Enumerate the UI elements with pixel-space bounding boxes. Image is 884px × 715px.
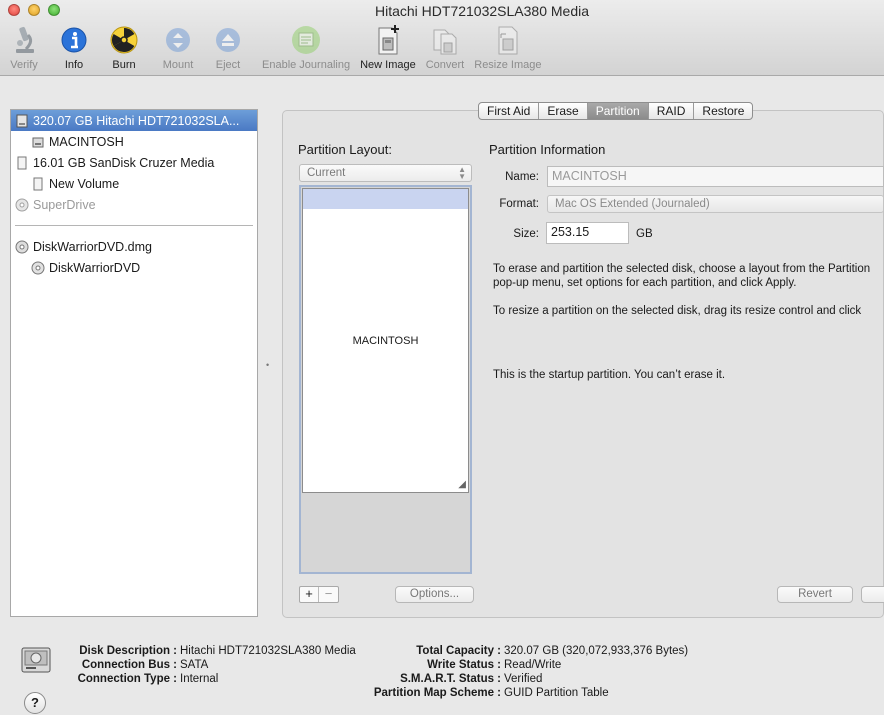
- info-row-capacity: Total Capacity: 320.07 GB (320,072,933,3…: [416, 645, 689, 657]
- toolbar: Verify Info Burn Mount Eject Enable Jour…: [4, 24, 546, 74]
- partition-add-remove: + −: [299, 586, 339, 603]
- resize-image-button[interactable]: Resize Image: [470, 24, 545, 71]
- split-view-grip[interactable]: •: [266, 360, 271, 370]
- dvd-volume-icon: [31, 261, 45, 275]
- options-button[interactable]: Options...: [395, 586, 474, 603]
- selected-disk-icon: [20, 644, 52, 679]
- disk-list-sidebar[interactable]: 320.07 GB Hitachi HDT721032SLA... MACINT…: [10, 109, 258, 617]
- partition-block-header: [303, 189, 468, 209]
- verify-button[interactable]: Verify: [4, 24, 44, 71]
- tab-first-aid[interactable]: First Aid: [479, 103, 540, 119]
- new-image-button[interactable]: New Image: [356, 24, 420, 71]
- mount-icon: [162, 24, 194, 56]
- size-unit: GB: [636, 228, 653, 240]
- instructions-text-1b: pop-up menu, set options for each partit…: [493, 277, 797, 289]
- partition-name-field[interactable]: MACINTOSH: [547, 166, 884, 187]
- resize-handle-icon[interactable]: ◢: [458, 479, 466, 490]
- format-select[interactable]: Mac OS Extended (Journaled): [547, 195, 884, 213]
- partition-layout-select[interactable]: Current ▲ ▼: [299, 164, 472, 182]
- info-row-write-status: Write Status: Read/Write: [427, 659, 562, 671]
- title-bar: Hitachi HDT721032SLA380 Media Verify Inf…: [0, 0, 884, 76]
- sidebar-item-diskwarrior-dvd[interactable]: DiskWarriorDVD: [11, 257, 257, 278]
- optical-drive-icon: [15, 198, 29, 212]
- revert-button[interactable]: Revert: [777, 586, 853, 603]
- mount-button[interactable]: Mount: [158, 24, 198, 71]
- convert-icon: [429, 24, 461, 56]
- sidebar-item-new-volume[interactable]: New Volume: [11, 173, 257, 194]
- volume-icon: [31, 177, 45, 191]
- function-tabs: First Aid Erase Partition RAID Restore: [478, 102, 754, 120]
- add-partition-button[interactable]: +: [300, 587, 319, 602]
- sidebar-item-diskwarrior-dmg[interactable]: DiskWarriorDVD.dmg: [11, 236, 257, 257]
- info-row-partition-map: Partition Map Scheme: GUID Partition Tab…: [373, 687, 609, 699]
- size-field[interactable]: 253.15: [546, 222, 629, 244]
- tab-raid[interactable]: RAID: [649, 103, 695, 119]
- remove-partition-button[interactable]: −: [319, 587, 338, 602]
- info-row-description: Disk Description: Hitachi HDT721032SLA38…: [79, 645, 356, 657]
- window-title: Hitachi HDT721032SLA380 Media: [374, 3, 589, 19]
- name-label: Name:: [505, 171, 539, 183]
- burn-button[interactable]: Burn: [104, 24, 144, 71]
- enable-journaling-button[interactable]: Enable Journaling: [258, 24, 354, 71]
- convert-button[interactable]: Convert: [422, 24, 469, 71]
- startup-partition-note: This is the startup partition. You can’t…: [493, 369, 726, 381]
- sidebar-item-hitachi-disk[interactable]: 320.07 GB Hitachi HDT721032SLA...: [11, 110, 257, 131]
- tab-erase[interactable]: Erase: [539, 103, 588, 119]
- instructions-text-2: To resize a partition on the selected di…: [493, 305, 862, 317]
- journaling-icon: [290, 24, 322, 56]
- disk-info-left: Disk Description: Hitachi HDT721032SLA38…: [60, 644, 356, 686]
- microscope-icon: [8, 24, 40, 56]
- sidebar-item-superdrive[interactable]: SuperDrive: [11, 194, 257, 215]
- partition-information-title: Partition Information: [489, 142, 606, 157]
- tab-partition[interactable]: Partition: [587, 103, 649, 119]
- disk-info-right: Total Capacity: 320.07 GB (320,072,933,3…: [360, 644, 688, 700]
- eject-button[interactable]: Eject: [208, 24, 248, 71]
- sidebar-item-macintosh[interactable]: MACINTOSH: [11, 131, 257, 152]
- volume-icon: [31, 135, 45, 149]
- sidebar-item-sandisk-disk[interactable]: 16.01 GB SanDisk Cruzer Media: [11, 152, 257, 173]
- partition-block[interactable]: MACINTOSH ◢: [302, 188, 469, 493]
- apply-button[interactable]: [861, 586, 884, 603]
- partition-block-name: MACINTOSH: [352, 335, 419, 347]
- tab-restore[interactable]: Restore: [694, 103, 752, 119]
- select-arrows-icon: ▲ ▼: [458, 165, 466, 181]
- resize-image-icon: [492, 24, 524, 56]
- eject-icon: [212, 24, 244, 56]
- instructions-text-1a: To erase and partition the selected disk…: [493, 263, 871, 275]
- burn-radiation-icon: [108, 24, 140, 56]
- disk-image-icon: [15, 240, 29, 254]
- info-icon: [58, 24, 90, 56]
- hard-disk-icon: [15, 114, 29, 128]
- partition-layout-label: Partition Layout:: [298, 142, 392, 157]
- help-button[interactable]: ?: [24, 692, 46, 714]
- partition-layout-view: MACINTOSH ◢: [299, 185, 472, 574]
- new-image-icon: [372, 24, 404, 56]
- usb-disk-icon: [15, 156, 29, 170]
- size-label: Size:: [513, 228, 539, 240]
- info-row-smart-status: S.M.A.R.T. Status: Verified: [400, 673, 543, 685]
- info-row-bus: Connection Bus: SATA: [81, 659, 209, 671]
- format-label: Format:: [499, 198, 539, 210]
- info-row-connection-type: Connection Type: Internal: [77, 673, 219, 685]
- info-button[interactable]: Info: [54, 24, 94, 71]
- sidebar-separator: [15, 225, 253, 227]
